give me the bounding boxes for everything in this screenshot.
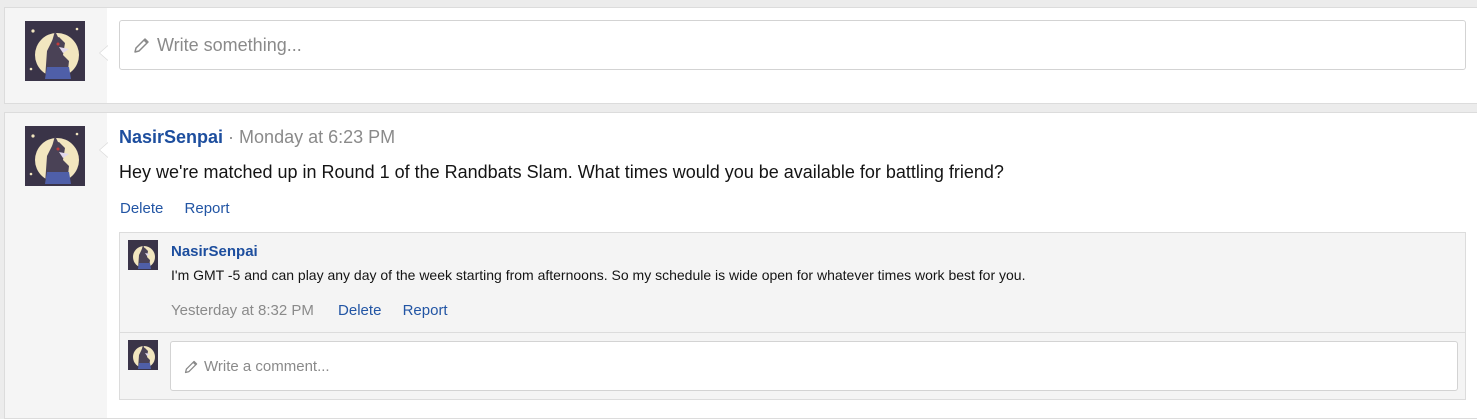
- post-header: NasirSenpai · Monday at 6:23 PM: [119, 127, 395, 148]
- speech-arrow: [99, 45, 108, 61]
- post-timestamp[interactable]: Monday at 6:23 PM: [239, 127, 395, 147]
- comment-message: I'm GMT -5 and can play any day of the w…: [171, 267, 1026, 283]
- comment-report-link[interactable]: Report: [403, 302, 448, 319]
- avatar[interactable]: [25, 126, 85, 186]
- post-separator: ·: [223, 127, 240, 147]
- status-input[interactable]: Write something...: [119, 20, 1466, 70]
- pencil-icon: [183, 358, 200, 375]
- comments-section: NasirSenpai I'm GMT -5 and can play any …: [119, 232, 1466, 400]
- comment-avatar[interactable]: [128, 240, 158, 270]
- post-report-link[interactable]: Report: [185, 200, 230, 217]
- comment-meta: Yesterday at 8:32 PM Delete Report: [171, 302, 465, 319]
- profile-post: NasirSenpai · Monday at 6:23 PM Hey we'r…: [4, 112, 1477, 419]
- avatar[interactable]: [25, 21, 85, 81]
- comment-delete-link[interactable]: Delete: [338, 302, 381, 319]
- post-actions: Delete Report: [120, 200, 247, 217]
- comment-box-avatar[interactable]: [128, 340, 158, 370]
- comment-input[interactable]: Write a comment...: [170, 341, 1458, 391]
- speech-arrow: [99, 142, 108, 158]
- post-message: Hey we're matched up in Round 1 of the R…: [119, 162, 1004, 182]
- comment-input-placeholder: Write a comment...: [204, 357, 330, 375]
- comment-timestamp[interactable]: Yesterday at 8:32 PM: [171, 302, 314, 319]
- status-update-block: Write something...: [4, 7, 1477, 104]
- post-delete-link[interactable]: Delete: [120, 200, 163, 217]
- post-author-link[interactable]: NasirSenpai: [119, 127, 223, 147]
- status-input-placeholder: Write something...: [157, 34, 302, 55]
- pencil-icon: [132, 35, 152, 55]
- divider: [120, 332, 1465, 333]
- comment-author-link[interactable]: NasirSenpai: [171, 243, 258, 260]
